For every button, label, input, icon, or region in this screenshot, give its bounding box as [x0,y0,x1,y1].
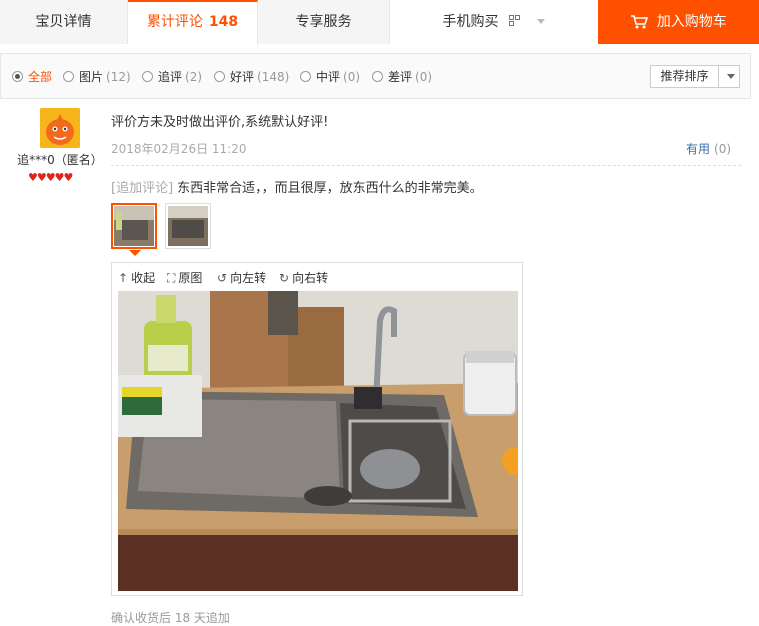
filter-count: (0) [343,70,361,84]
thumbnail-pointer [129,250,141,256]
filter-append[interactable]: 追评 (2) [142,68,202,86]
avatar [40,108,80,148]
reviewer-name: 追***0（匿名） [17,153,103,167]
rotate-right-label: 向右转 [292,271,329,285]
filter-count: (12) [106,70,131,84]
image-viewer: ↑ 收起 ⛶ 原图 ↺ 向左转 ↻ 向右转 [111,262,523,596]
sort-select[interactable]: 推荐排序 [650,65,740,88]
add-to-cart-button[interactable]: 加入购物车 [598,0,759,44]
filter-count: (148) [257,70,290,84]
filter-negative[interactable]: 差评 (0) [372,68,432,86]
radio-icon [63,71,74,82]
heart-icon: ♥ [63,171,74,184]
chevron-down-icon [537,19,546,24]
append-text: 东西非常合适，，而且很厚，放东西什么的非常完美。 [177,181,483,196]
sink-photo [118,291,518,591]
filter-label: 追评 [158,70,183,84]
radio-icon [12,71,23,82]
filter-label: 全部 [28,70,53,84]
review-content: 评价方未及时做出评价,系统默认好评! [111,115,329,130]
thumbnail-image [168,206,208,246]
collapse-button[interactable]: ↑ 收起 [118,270,155,286]
mobile-buy[interactable]: 手机购买 [390,0,598,44]
tab-service-label: 专享服务 [295,14,352,30]
chevron-down-icon [727,74,735,79]
tab-service[interactable]: 专享服务 [258,0,390,44]
filter-all[interactable]: 全部 [12,68,52,86]
qrcode-icon [509,15,521,27]
rotate-right-icon: ↻ [279,271,290,285]
add-to-cart-label: 加入购物车 [656,14,727,30]
tab-details[interactable]: 宝贝详情 [0,0,128,44]
append-footnote: 确认收货后 18 天追加 [111,611,230,625]
useful-count: (0) [714,142,732,156]
review-thumbnail[interactable] [111,203,157,249]
filter-label: 差评 [388,70,413,84]
rotate-left-label: 向左转 [230,271,267,285]
filter-neutral[interactable]: 中评 (0) [300,68,360,86]
append-review: [追加评论] 东西非常合适，，而且很厚，放东西什么的非常完美。 [111,177,483,196]
tab-details-label: 宝贝详情 [35,14,92,30]
rotate-right-button[interactable]: ↻ 向右转 [279,270,328,286]
tab-reviews-label: 累计评论 [146,14,203,30]
filter-label: 图片 [79,70,104,84]
thumbnail-image [114,206,154,246]
filter-images[interactable]: 图片 (12) [63,68,131,86]
reviews-count: 148 [208,14,239,30]
rotate-left-icon: ↺ [217,271,228,285]
avatar-image [40,108,80,148]
sort-label: 推荐排序 [651,66,719,87]
filter-positive[interactable]: 好评 (148) [214,68,289,86]
divider [111,165,741,166]
expand-icon: ⛶ [167,271,176,285]
radio-icon [300,71,311,82]
arrow-up-icon: ↑ [118,271,129,285]
tab-reviews[interactable]: 累计评论 148 [128,0,258,45]
radio-icon [214,71,225,82]
filter-count: (2) [185,70,203,84]
reviewer-level-hearts: ♥♥♥♥♥ [28,170,98,184]
mobile-buy-label: 手机购买 [442,14,499,30]
filter-count: (0) [415,70,433,84]
review-photo [118,291,518,591]
radio-icon [142,71,153,82]
filter-label: 好评 [230,70,255,84]
original-label: 原图 [178,271,203,285]
review-thumbnail[interactable] [165,203,211,249]
radio-icon [372,71,383,82]
filter-label: 中评 [316,70,341,84]
review-filter-bar: 全部 图片 (12) 追评 (2) 好评 (148) 中评 (0) 差评 (0) 推荐排序 [0,53,751,99]
collapse-label: 收起 [131,271,156,285]
cart-icon [631,15,649,29]
review-date: 2018年02月26日 11:20 [111,142,247,156]
useful-label: 有用 [686,142,711,156]
rotate-left-button[interactable]: ↺ 向左转 [217,270,266,286]
original-image-button[interactable]: ⛶ 原图 [167,270,202,286]
useful-button[interactable]: 有用 (0) [686,140,731,157]
append-tag: [追加评论] [111,181,174,196]
